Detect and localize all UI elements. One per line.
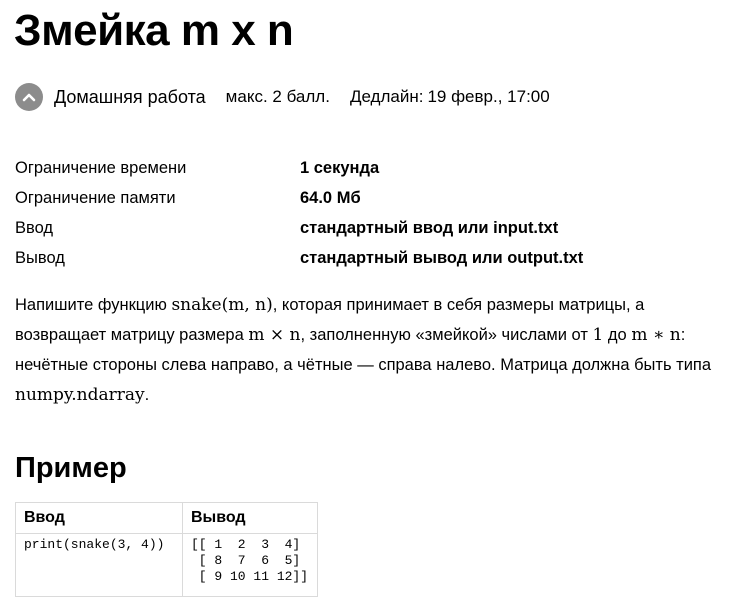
task-type-label: Домашняя работа [54,86,206,107]
deadline-value: 19 февр., 17:00 [427,87,550,106]
limit-label: Ограничение памяти [15,188,176,207]
task-meta: Домашняя работа макс. 2 балл. Дедлайн: 1… [15,83,550,111]
input-column-header: Ввод [15,502,183,534]
example-output-cell[interactable]: [[ 1 2 3 4] [ 8 7 6 5] [ 9 10 11 12]] [182,533,318,597]
limit-value: стандартный вывод или output.txt [300,248,584,267]
example-input-code[interactable]: print(snake(3, 4)) [24,537,176,553]
statement-text: Напишите функцию [15,296,172,314]
limit-label: Ввод [15,218,54,237]
limit-label: Ограничение времени [15,158,187,177]
limit-label: Вывод [15,248,65,267]
example-table: Ввод Вывод print(snake(3, 4)) [[ 1 2 3 4… [15,502,318,597]
limit-value: 64.0 Мб [300,188,361,207]
example-output-code[interactable]: [[ 1 2 3 4] [ 8 7 6 5] [ 9 10 11 12]] [191,537,311,585]
math-formula: m × n [248,325,301,345]
deadline-label: Дедлайн: [349,87,424,106]
page-title: Змейка m x n [14,6,294,55]
output-column-header: Вывод [182,502,318,534]
math-formula: m ∗ n [631,325,681,345]
limit-row-input: Ввод стандартный ввод или input.txt [15,213,583,243]
statement-text: . [144,386,150,404]
example-heading: Пример [15,452,127,484]
statement-text: до [603,326,632,344]
chevron-up-icon[interactable] [15,83,43,111]
limit-row-memory: Ограничение памяти 64.0 Мб [15,183,583,213]
limits-table: Ограничение времени 1 секунда Ограничени… [15,153,583,273]
table-header-row: Ввод Вывод [15,502,318,534]
limit-value: 1 секунда [300,158,380,177]
max-score-label: макс. 2 балл. [225,87,330,106]
limit-value: стандартный ввод или input.txt [300,218,559,237]
math-formula: numpy.ndarray [15,385,145,405]
math-formula: snake(m, n) [171,295,273,315]
table-row: print(snake(3, 4)) [[ 1 2 3 4] [ 8 7 6 5… [15,533,318,597]
limit-row-output: Вывод стандартный вывод или output.txt [15,243,583,273]
example-input-cell[interactable]: print(snake(3, 4)) [15,533,183,597]
statement-text: , заполненную «змейкой» числами от [300,326,593,344]
problem-statement: Напишите функцию snake(m, n), которая пр… [15,290,730,410]
limit-row-time: Ограничение времени 1 секунда [15,153,583,183]
math-formula: 1 [592,325,604,345]
